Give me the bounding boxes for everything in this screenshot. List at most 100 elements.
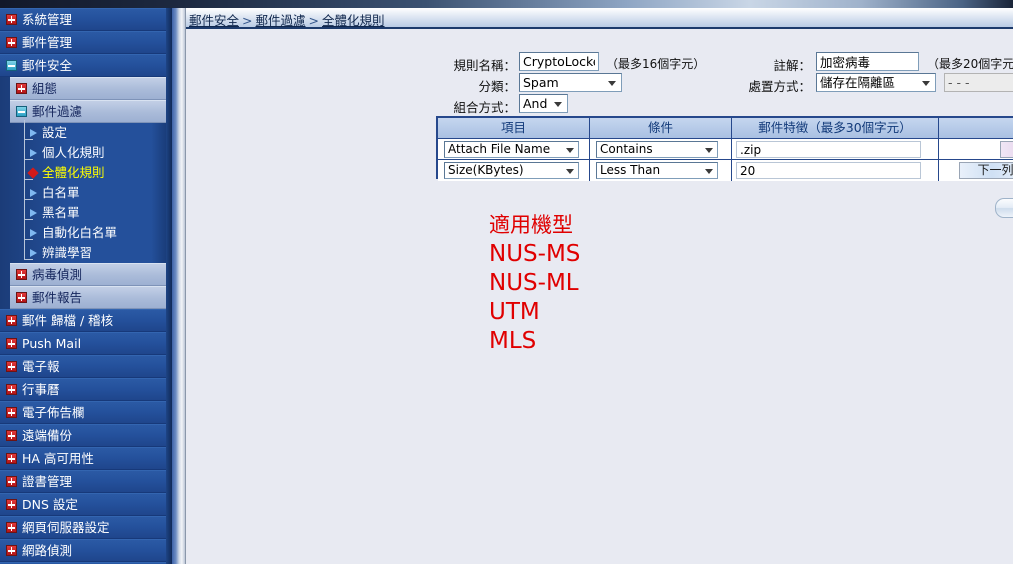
- plus-box-icon[interactable]: [6, 338, 17, 349]
- sidebar-item-label: 黑名單: [42, 205, 80, 220]
- breadcrumb-item-1[interactable]: 郵件安全: [189, 13, 239, 28]
- plus-box-icon[interactable]: [6, 545, 17, 556]
- sidebar-item-6[interactable]: 設定: [22, 120, 172, 143]
- rule-name-input[interactable]: [519, 52, 599, 71]
- next-row-button[interactable]: 下一列: [959, 162, 1013, 179]
- plus-box-icon[interactable]: [6, 361, 17, 372]
- plus-box-icon[interactable]: [6, 14, 17, 25]
- sidebar-item-5[interactable]: 郵件過濾: [10, 100, 168, 123]
- sidebar-scrollbar[interactable]: [172, 8, 186, 564]
- plus-box-icon[interactable]: [6, 499, 17, 510]
- combine-select-value: And: [523, 96, 548, 111]
- plus-box-icon[interactable]: [6, 453, 17, 464]
- chevron-down-icon: [566, 148, 574, 153]
- cell-item: Attach File Name: [438, 139, 590, 160]
- sidebar-item-label: 郵件報告: [32, 290, 83, 305]
- plus-box-icon[interactable]: [6, 476, 17, 487]
- chevron-down-icon: [705, 148, 713, 153]
- sidebar-item-18[interactable]: 行事曆: [0, 378, 172, 401]
- sidebar-item-15[interactable]: 郵件 歸檔 / 稽核: [0, 309, 172, 332]
- chevron-down-icon: [566, 169, 574, 174]
- diamond-current-icon: [27, 167, 39, 179]
- sidebar-item-label: 個人化規則: [42, 145, 105, 160]
- sidebar-item-24[interactable]: 網頁伺服器設定: [0, 516, 172, 539]
- sidebar-item-16[interactable]: Push Mail: [0, 332, 172, 355]
- sidebar-item-10[interactable]: 黑名單: [22, 200, 172, 223]
- sidebar-item-label: 郵件管理: [22, 35, 73, 50]
- minus-box-icon[interactable]: [16, 106, 27, 117]
- sidebar-item-20[interactable]: 遠端備份: [0, 424, 172, 447]
- action-extra-input: [944, 73, 1013, 92]
- sidebar-item-21[interactable]: HA 高可用性: [0, 447, 172, 470]
- breadcrumb-separator: >: [242, 13, 253, 28]
- sidebar-item-label: 郵件安全: [22, 58, 73, 73]
- sidebar-item-9[interactable]: 白名單: [22, 180, 172, 203]
- sidebar-item-22[interactable]: 證書管理: [0, 470, 172, 493]
- sidebar-item-17[interactable]: 電子報: [0, 355, 172, 378]
- breadcrumb-separator: >: [308, 13, 319, 28]
- sidebar-item-3[interactable]: 郵件安全: [0, 54, 172, 77]
- arrow-right-icon: [30, 229, 37, 237]
- minus-box-icon[interactable]: [6, 60, 17, 71]
- sidebar-item-label: 郵件 歸檔 / 稽核: [22, 313, 114, 328]
- chevron-down-icon: [554, 102, 562, 107]
- action-select[interactable]: 儲存在隔離區: [816, 73, 936, 92]
- condition-select[interactable]: Less Than: [596, 162, 718, 179]
- sidebar-item-23[interactable]: DNS 設定: [0, 493, 172, 516]
- comment-hint: （最多20個字元）: [927, 57, 1013, 71]
- applicable-model-2: NUS-ML: [489, 270, 579, 296]
- applicable-model-1: NUS-MS: [489, 241, 581, 267]
- sidebar-item-25[interactable]: 網路偵測: [0, 539, 172, 562]
- sidebar-item-2[interactable]: 郵件管理: [0, 31, 172, 54]
- action-label: 處置方式：: [748, 79, 811, 94]
- confirm-button[interactable]: 確定: [995, 198, 1013, 218]
- feature-input[interactable]: [736, 141, 921, 158]
- plus-box-icon[interactable]: [6, 522, 17, 533]
- cell-actions: 刪除: [939, 139, 1013, 160]
- sidebar-item-7[interactable]: 個人化規則: [22, 140, 172, 163]
- sidebar-item-4[interactable]: 組態: [10, 77, 168, 100]
- feature-input[interactable]: [736, 162, 921, 179]
- sidebar-item-label: 電子佈告欄: [22, 405, 85, 420]
- plus-box-icon[interactable]: [6, 430, 17, 441]
- delete-row-button[interactable]: 刪除: [1000, 141, 1013, 158]
- sidebar-item-label: 系統管理: [22, 12, 73, 27]
- plus-box-icon[interactable]: [6, 384, 17, 395]
- plus-box-icon[interactable]: [6, 315, 17, 326]
- item-select[interactable]: Attach File Name: [444, 141, 579, 158]
- item-select[interactable]: Size(KBytes): [444, 162, 579, 179]
- sidebar-item-19[interactable]: 電子佈告欄: [0, 401, 172, 424]
- applicable-models-note: 適用機型 NUS-MS NUS-ML UTM MLS: [489, 211, 580, 356]
- breadcrumb-item-3[interactable]: 全體化規則: [322, 13, 385, 28]
- plus-box-icon[interactable]: [6, 37, 17, 48]
- plus-box-icon[interactable]: [6, 407, 17, 418]
- comment-input[interactable]: [816, 52, 919, 71]
- sidebar-item-13[interactable]: 病毒偵測: [10, 263, 168, 286]
- table-row: Attach File Name Contains 刪除: [438, 139, 1013, 160]
- sidebar-item-12[interactable]: 辨識學習: [22, 240, 172, 263]
- item-select-value: Attach File Name: [448, 142, 551, 156]
- sidebar-item-11[interactable]: 自動化白名單: [22, 220, 172, 243]
- sidebar-item-label: HA 高可用性: [22, 451, 94, 466]
- sidebar-item-8[interactable]: 全體化規則: [22, 160, 172, 183]
- combine-select[interactable]: And: [519, 94, 568, 113]
- window-top-gradient-bar: [0, 0, 1013, 8]
- arrow-right-icon: [30, 129, 37, 137]
- app-root: 系統管理 郵件管理 郵件安全 組態 郵件過濾 設定 個人化規則 全體化規則 白名單 黑名單 自動化白…: [0, 0, 1013, 564]
- table-header-1: 項目: [438, 118, 590, 139]
- plus-box-icon[interactable]: [16, 83, 27, 94]
- rule-form: 規則名稱： （最多16個字元） 註解： （最多20個字元） 分類： Spam 處…: [186, 29, 1013, 115]
- sidebar-item-1[interactable]: 系統管理: [0, 8, 172, 31]
- arrow-right-icon: [30, 189, 37, 197]
- plus-box-icon[interactable]: [16, 269, 27, 280]
- arrow-right-icon: [30, 149, 37, 157]
- category-label: 分類：: [478, 79, 516, 94]
- category-select[interactable]: Spam: [519, 73, 622, 92]
- condition-select[interactable]: Contains: [596, 141, 718, 158]
- table-header-2: 條件: [590, 118, 732, 139]
- sidebar-item-14[interactable]: 郵件報告: [10, 286, 168, 309]
- plus-box-icon[interactable]: [16, 292, 27, 303]
- sidebar-item-label: 設定: [42, 125, 68, 140]
- breadcrumb-item-2[interactable]: 郵件過濾: [256, 13, 306, 28]
- chevron-down-icon: [922, 81, 930, 86]
